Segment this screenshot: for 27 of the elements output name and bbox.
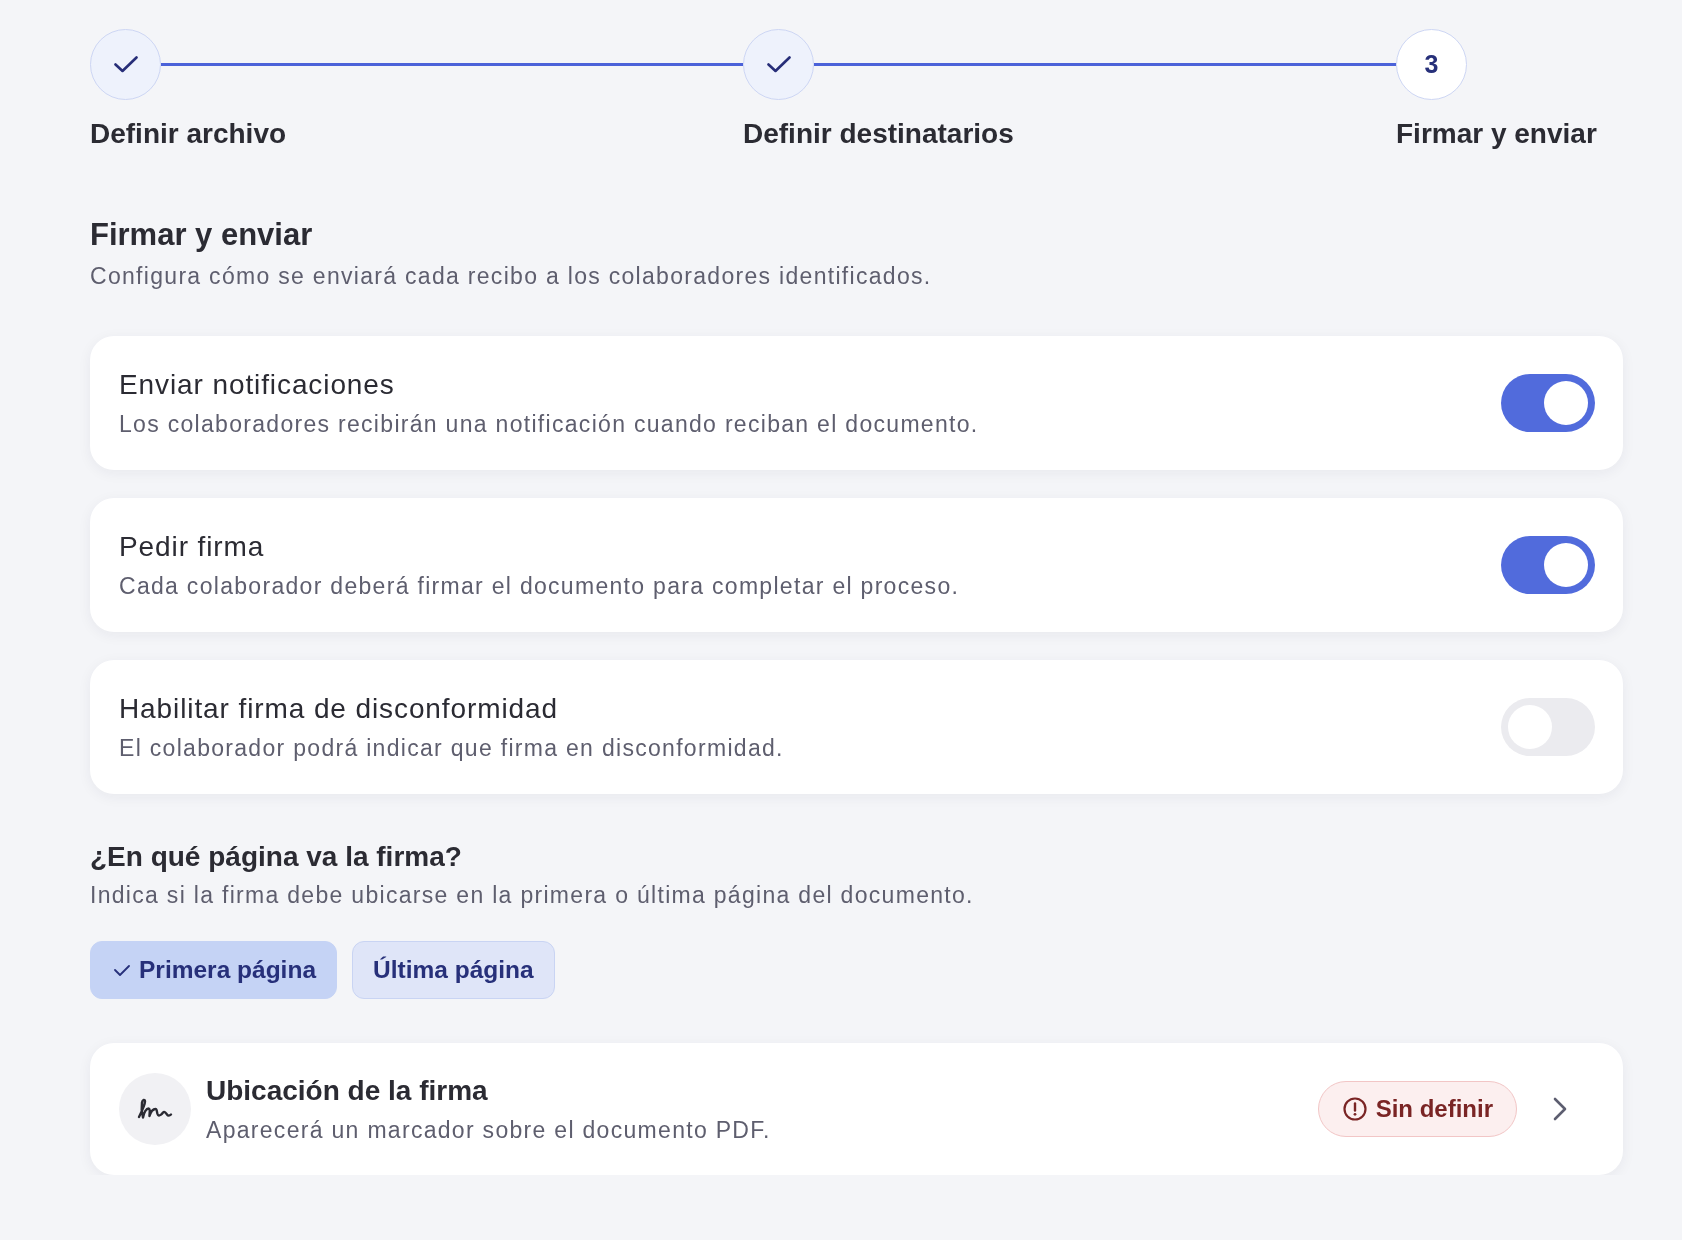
check-icon (113, 56, 138, 73)
check-icon (766, 56, 791, 73)
page-option-button[interactable]: Última página (352, 941, 555, 999)
setting-description: Cada colaborador deberá firmar el documento para completar el proceso. (119, 572, 960, 600)
location-title: Ubicación de la firma (206, 1074, 488, 1108)
step-indicator: 3 (1396, 29, 1467, 100)
section-title: ¿En qué página va la firma? (90, 840, 462, 874)
section-description: Indica si la firma debe ubicarse en la primera o última página del documento. (90, 881, 974, 909)
step-label: Definir archivo (90, 117, 287, 151)
setting-description: El colaborador podrá indicar que firma en disconformidad. (119, 734, 784, 762)
signature-location-card[interactable]: Ubicación de la firma Aparecerá un marcador sobre el documento PDF. Sin definir (90, 1043, 1623, 1175)
step-label: Firmar y enviar (1396, 117, 1597, 151)
chevron-right-icon[interactable] (1553, 1097, 1567, 1121)
toggle-switch[interactable] (1501, 374, 1595, 432)
page-option-button[interactable]: Primera página (90, 941, 337, 999)
alert-icon (1342, 1097, 1367, 1121)
setting-title: Habilitar firma de disconformidad (119, 692, 558, 726)
page-title: Firmar y enviar (90, 217, 313, 253)
check-icon (114, 964, 130, 976)
setting-title: Pedir firma (119, 530, 265, 564)
setting-description: Los colaboradores recibirán una notificación cuando reciban el documento. (119, 410, 979, 438)
step-label: Definir destinatarios (743, 117, 1014, 151)
location-description: Aparecerá un marcador sobre el documento PDF. (206, 1116, 771, 1144)
toggle-switch[interactable] (1501, 536, 1595, 594)
status-text: Sin definir (1375, 1095, 1493, 1123)
page-subtitle: Configura cómo se enviará cada recibo a los colaboradores identificados. (90, 262, 932, 290)
setting-title: Enviar notificaciones (119, 368, 395, 402)
